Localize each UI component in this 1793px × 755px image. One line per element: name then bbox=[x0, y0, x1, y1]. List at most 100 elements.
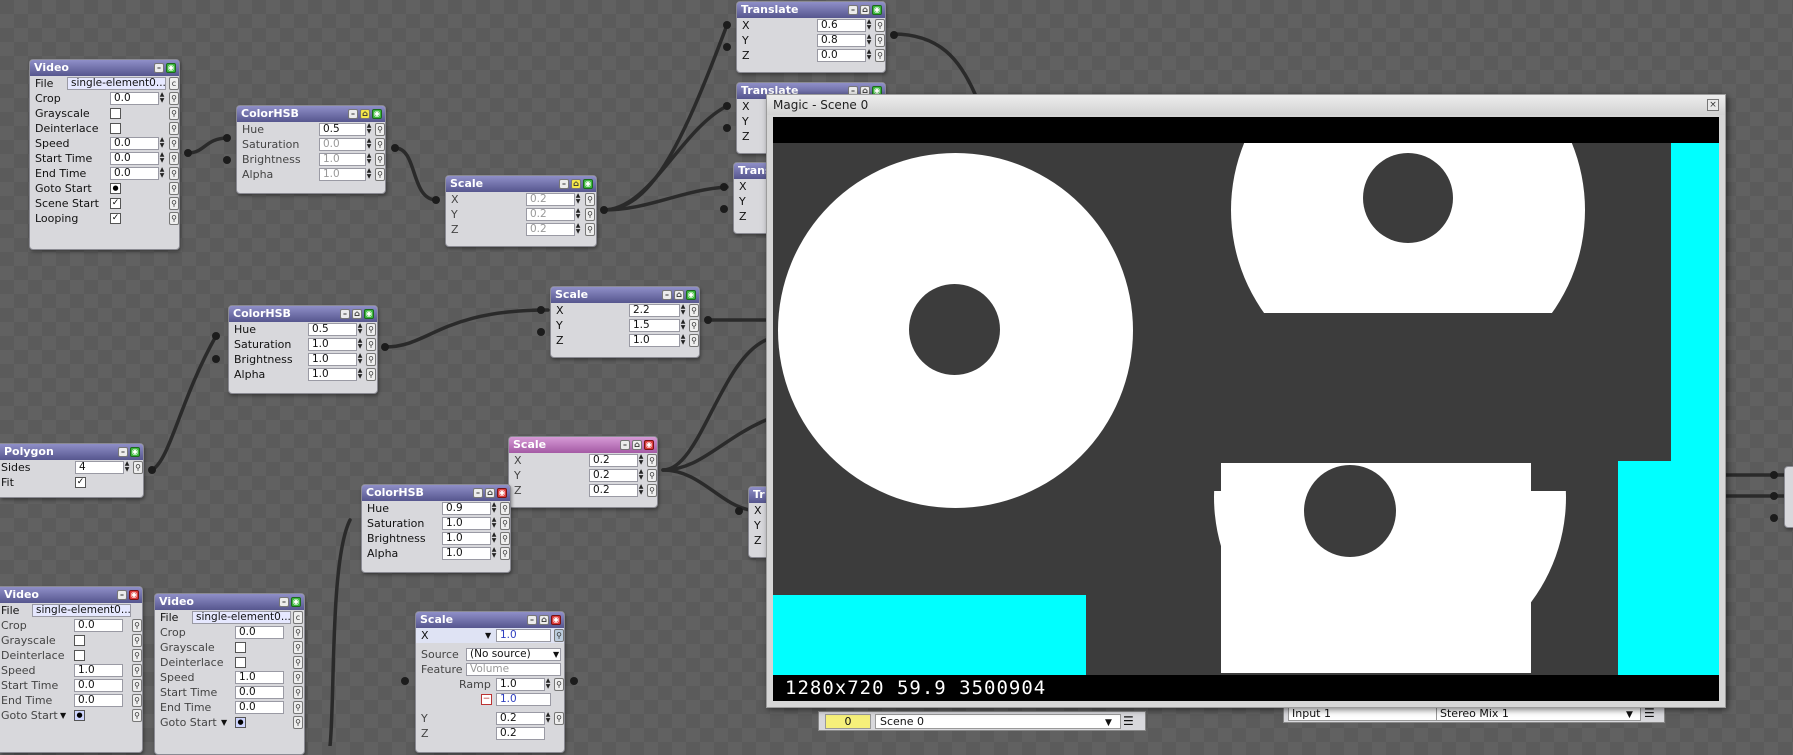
spinner-icon[interactable]: ▲ ▼ bbox=[365, 168, 373, 180]
y-input[interactable]: 0.2 bbox=[526, 208, 575, 221]
output-port[interactable] bbox=[600, 206, 608, 214]
link-icon[interactable]: ⚲ bbox=[293, 716, 303, 729]
link-icon[interactable]: ⚲ bbox=[169, 197, 179, 210]
disable-icon[interactable]: ◉ bbox=[129, 590, 139, 600]
link-icon[interactable]: ⚲ bbox=[169, 122, 179, 135]
link-icon[interactable]: ⚲ bbox=[554, 678, 564, 691]
spinner-icon[interactable]: ▲ ▼ bbox=[490, 547, 498, 559]
scale-node[interactable]: Scale – ⌂ ◉ X 0.2 ▲ ▼ ⚲ Y 0.2 ▲ ▼ ⚲ Z 0.2 ▲ ▼ ⚲ bbox=[508, 436, 658, 508]
saturation-input[interactable]: 0.0 bbox=[319, 138, 366, 151]
link-icon[interactable]: ⚲ bbox=[500, 547, 510, 560]
z-input[interactable]: 1.0 bbox=[629, 334, 680, 347]
input-port[interactable] bbox=[432, 196, 440, 204]
dropdown-arrow-icon[interactable]: ▼ bbox=[60, 708, 66, 723]
link-icon[interactable]: ⚲ bbox=[169, 167, 179, 180]
spinner-icon[interactable]: ▲ ▼ bbox=[637, 469, 645, 481]
file-field[interactable]: single-element0... bbox=[67, 77, 166, 90]
crop-input[interactable]: 0.0 bbox=[235, 626, 284, 639]
minimize-icon[interactable]: – bbox=[620, 440, 630, 450]
input-port[interactable] bbox=[723, 124, 731, 132]
minimize-icon[interactable]: – bbox=[279, 597, 289, 607]
dropdown-arrow-icon[interactable]: ▼ bbox=[553, 647, 559, 662]
colorhsb-node[interactable]: ColorHSB – ⌂ ◉ Hue 0.5 ▲ ▼ ⚲ Saturation 0.0 ▲ ▼ ⚲ … bbox=[236, 105, 386, 194]
link-icon[interactable]: ⚲ bbox=[169, 182, 179, 195]
grayscale-checkbox[interactable] bbox=[110, 108, 121, 119]
link-icon[interactable]: ⚲ bbox=[366, 353, 376, 366]
grayscale-checkbox[interactable] bbox=[74, 635, 85, 646]
link-icon[interactable]: ⚲ bbox=[293, 701, 303, 714]
minimize-icon[interactable]: – bbox=[559, 179, 569, 189]
saturation-input[interactable]: 1.0 bbox=[308, 338, 357, 351]
sides-input[interactable]: 4 bbox=[75, 461, 124, 474]
browse-icon[interactable]: c bbox=[293, 611, 303, 624]
spinner-icon[interactable]: ▲ ▼ bbox=[637, 454, 645, 466]
remove-icon[interactable]: − bbox=[481, 694, 492, 705]
minimize-icon[interactable]: – bbox=[848, 5, 858, 15]
looping-checkbox[interactable]: ✓ bbox=[110, 213, 121, 224]
link-icon[interactable]: ⚲ bbox=[169, 92, 179, 105]
z-input[interactable]: 0.2 bbox=[589, 484, 638, 497]
enable-icon[interactable]: ◉ bbox=[130, 447, 140, 457]
input-port[interactable] bbox=[1770, 514, 1778, 522]
video-node[interactable]: Video – ◉ File single-element0... c Crop 0.… bbox=[29, 59, 180, 250]
enable-icon[interactable]: ◉ bbox=[372, 109, 382, 119]
hidden-node[interactable] bbox=[1784, 466, 1793, 528]
input-port[interactable] bbox=[1770, 471, 1778, 479]
bypass-icon[interactable]: ⌂ bbox=[860, 5, 870, 15]
spinner-icon[interactable]: ▲ ▼ bbox=[356, 338, 364, 350]
audio-device-select[interactable]: Stereo Mix 1 bbox=[1436, 706, 1641, 721]
polygon-node[interactable]: Polygon – ◉ Sides 4 ▲ ▼ ⚲ Fit ✓ bbox=[0, 443, 144, 498]
input-port[interactable] bbox=[723, 21, 731, 29]
input-port[interactable] bbox=[223, 134, 231, 142]
spinner-icon[interactable]: ▲ ▼ bbox=[356, 368, 364, 380]
enable-icon[interactable]: ◉ bbox=[364, 309, 374, 319]
input-port[interactable] bbox=[723, 43, 731, 51]
spinner-icon[interactable]: ▲ ▼ bbox=[637, 484, 645, 496]
scene-start-checkbox[interactable]: ✓ bbox=[110, 198, 121, 209]
fit-checkbox[interactable]: ✓ bbox=[75, 477, 86, 488]
deinterlace-checkbox[interactable] bbox=[235, 657, 246, 668]
spinner-icon[interactable]: ▲ ▼ bbox=[158, 167, 166, 179]
link-icon[interactable]: ⚲ bbox=[169, 212, 179, 225]
disable-icon[interactable]: ◉ bbox=[644, 440, 654, 450]
dropdown-arrow-icon[interactable]: ▼ bbox=[221, 715, 227, 730]
crop-input[interactable]: 0.0 bbox=[110, 92, 159, 105]
output-port[interactable] bbox=[391, 144, 399, 152]
enable-icon[interactable]: ◉ bbox=[872, 5, 882, 15]
input-port[interactable] bbox=[1770, 492, 1778, 500]
spinner-icon[interactable]: ▲ ▼ bbox=[679, 304, 687, 316]
magic-output-window[interactable]: Magic - Scene 0 × 1280x720 59.9 3500904 bbox=[766, 94, 1726, 708]
end-time-input[interactable]: 0.0 bbox=[74, 694, 123, 707]
speed-input[interactable]: 0.0 bbox=[110, 137, 159, 150]
spinner-icon[interactable]: ▲ ▼ bbox=[490, 517, 498, 529]
spinner-icon[interactable]: ▲ ▼ bbox=[365, 138, 373, 150]
spinner-icon[interactable]: ▲ ▼ bbox=[679, 319, 687, 331]
link-icon[interactable]: ⚲ bbox=[554, 712, 564, 725]
grayscale-checkbox[interactable] bbox=[235, 642, 246, 653]
output-port[interactable] bbox=[704, 316, 712, 324]
link-icon[interactable]: ⚲ bbox=[647, 484, 657, 497]
x-input[interactable]: 0.2 bbox=[526, 193, 575, 206]
spinner-icon[interactable]: ▲ ▼ bbox=[365, 153, 373, 165]
audio-input-field[interactable]: Input 1 bbox=[1288, 706, 1437, 721]
link-icon[interactable]: ⚲ bbox=[366, 323, 376, 336]
source-select[interactable]: (No source) bbox=[466, 648, 561, 661]
link-icon[interactable]: ⚲ bbox=[375, 123, 385, 136]
goto-start-button[interactable]: ● bbox=[235, 717, 246, 728]
minimize-icon[interactable]: – bbox=[340, 309, 350, 319]
deinterlace-checkbox[interactable] bbox=[74, 650, 85, 661]
ramp-value-input[interactable]: 1.0 bbox=[496, 693, 551, 706]
link-icon[interactable]: ⚲ bbox=[375, 153, 385, 166]
output-port[interactable] bbox=[148, 466, 156, 474]
link-icon[interactable]: ⚲ bbox=[585, 208, 595, 221]
dropdown-arrow-icon[interactable]: ▼ bbox=[485, 628, 491, 643]
spinner-icon[interactable]: ▲ ▼ bbox=[490, 532, 498, 544]
scale-node[interactable]: Scale – ⌂ ◉ X ▼ 1.0 ⚲ Source (No source) ▼ Feat… bbox=[415, 611, 565, 753]
output-port[interactable] bbox=[570, 677, 578, 685]
y-input[interactable]: 0.2 bbox=[589, 469, 638, 482]
scene-bar[interactable]: 0 Scene 0 ▼ ☰ bbox=[818, 711, 1146, 731]
bypass-icon[interactable]: ⌂ bbox=[632, 440, 642, 450]
y-input[interactable]: 0.2 bbox=[496, 712, 545, 725]
spinner-icon[interactable]: ▲ ▼ bbox=[158, 152, 166, 164]
link-icon[interactable]: ⚲ bbox=[293, 671, 303, 684]
